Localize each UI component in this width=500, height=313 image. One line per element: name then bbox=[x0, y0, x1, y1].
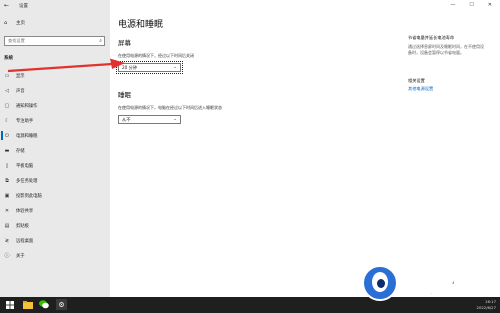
sidebar-item-sound[interactable]: ◁ 声音 bbox=[0, 83, 110, 98]
home-icon: ⌂ bbox=[4, 19, 8, 26]
sleep-heading: 睡眠 bbox=[118, 91, 131, 99]
sidebar-item-storage[interactable]: ▬ 存储 bbox=[0, 143, 110, 158]
sidebar: ← 设置 ⌂ 主页 查找设置 ⌕ 系统 ▭ 显示 ◁ 声音 ▢ 通知和操作 ☾ … bbox=[0, 0, 110, 297]
main-content: — ☐ ✕ 电源和睡眠 屏幕 在使用电源的情况下，经过以下时间后关闭 20 分钟… bbox=[110, 0, 500, 297]
sidebar-item-label: 关于 bbox=[16, 253, 25, 259]
taskbar-app-wechat[interactable] bbox=[38, 299, 49, 310]
sidebar-item-remote-desktop[interactable]: ≷ 远程桌面 bbox=[0, 233, 110, 248]
sidebar-item-multitasking[interactable]: ⧉ 多任务处理 bbox=[0, 173, 110, 188]
notifications-icon: ▢ bbox=[4, 102, 10, 109]
sound-icon: ◁ bbox=[5, 87, 9, 94]
related-settings-heading: 相关设置 bbox=[408, 78, 425, 83]
shared-experiences-icon: ✕ bbox=[4, 207, 10, 214]
system-tray-clock[interactable]: 16:17 2022/6/27 bbox=[477, 299, 496, 310]
search-input[interactable]: 查找设置 ⌕ bbox=[4, 36, 105, 46]
annotation-arrow bbox=[8, 58, 125, 73]
sidebar-item-label: 显示 bbox=[16, 73, 25, 79]
arrow-head bbox=[110, 58, 125, 69]
sidebar-item-about[interactable]: ⓘ 关于 bbox=[0, 248, 110, 263]
battery-tip-text: 通过选择息屏时间及睡眠时间，在不使用设备时，设备会暂停以节省电量。 bbox=[408, 44, 484, 55]
focus-assist-icon: ☾ bbox=[4, 117, 10, 124]
chevron-down-icon: ⌄ bbox=[173, 117, 177, 122]
sidebar-item-label: 远程桌面 bbox=[16, 238, 34, 244]
sidebar-item-clipboard[interactable]: ▤ 剪贴板 bbox=[0, 218, 110, 233]
title-bar: ← 设置 bbox=[0, 0, 110, 11]
sidebar-item-focus-assist[interactable]: ☾ 专注助手 bbox=[0, 113, 110, 128]
sidebar-item-label: 声音 bbox=[16, 88, 25, 94]
taskbar-app-folder[interactable] bbox=[22, 299, 33, 310]
sidebar-item-shared-experiences[interactable]: ✕ 体验共享 bbox=[0, 203, 110, 218]
sidebar-item-label: 专注助手 bbox=[16, 118, 34, 124]
app-title: 设置 bbox=[19, 3, 29, 9]
sidebar-item-power-sleep[interactable]: ⏻ 电源和睡眠 bbox=[0, 128, 110, 143]
storage-icon: ▬ bbox=[4, 147, 10, 154]
home-label: 主页 bbox=[16, 21, 25, 26]
multitasking-icon: ⧉ bbox=[5, 177, 9, 184]
battery-tip-title: 节省电量并延长电池寿命 bbox=[408, 35, 455, 40]
sidebar-item-label: 剪贴板 bbox=[16, 223, 29, 229]
sidebar-item-label: 通知和操作 bbox=[16, 103, 38, 109]
display-icon: ▭ bbox=[4, 72, 10, 79]
about-icon: ⓘ bbox=[4, 253, 10, 259]
screen-heading: 屏幕 bbox=[118, 39, 131, 47]
sidebar-item-label: 多任务处理 bbox=[16, 178, 38, 184]
taskbar-app-settings[interactable]: ⚙ bbox=[56, 299, 67, 310]
sidebar-item-label: 存储 bbox=[16, 148, 25, 154]
clock-date: 2022/6/27 bbox=[476, 304, 496, 310]
back-arrow-icon[interactable]: ← bbox=[4, 2, 9, 9]
start-button[interactable] bbox=[4, 299, 15, 310]
maximize-button[interactable]: ☐ bbox=[469, 2, 473, 8]
sidebar-item-projecting[interactable]: ▣ 投影到此电脑 bbox=[0, 188, 110, 203]
watermark-pupil bbox=[377, 279, 385, 288]
folder-icon bbox=[22, 300, 33, 309]
power-icon: ⏻ bbox=[5, 132, 9, 139]
chevron-down-icon: ⌄ bbox=[173, 65, 177, 70]
sleep-timeout-value: 从不 bbox=[122, 117, 131, 122]
tablet-icon: ▯ bbox=[5, 162, 9, 169]
clipboard-icon: ▤ bbox=[4, 222, 10, 229]
wechat-icon bbox=[38, 300, 49, 309]
sidebar-item-notifications[interactable]: ▢ 通知和操作 bbox=[0, 98, 110, 113]
close-button[interactable]: ✕ bbox=[488, 2, 492, 8]
sidebar-nav: ▭ 显示 ◁ 声音 ▢ 通知和操作 ☾ 专注助手 ⏻ 电源和睡眠 ▬ 存储 ▯ … bbox=[0, 68, 110, 263]
settings-window: ← 设置 ⌂ 主页 查找设置 ⌕ 系统 ▭ 显示 ◁ 声音 ▢ 通知和操作 ☾ … bbox=[0, 0, 500, 313]
additional-power-settings-link[interactable]: 其他电源设置 bbox=[408, 86, 433, 92]
screen-description: 在使用电源的情况下，经过以下时间后关闭 bbox=[118, 53, 194, 58]
sidebar-item-label: 电源和睡眠 bbox=[16, 133, 38, 139]
search-placeholder: 查找设置 bbox=[8, 38, 25, 43]
arrow-shaft bbox=[8, 62, 113, 73]
windows-logo-icon bbox=[5, 300, 14, 309]
sidebar-item-label: 平板电脑 bbox=[16, 163, 34, 169]
sidebar-item-label: 体验共享 bbox=[16, 208, 34, 214]
sidebar-item-tablet[interactable]: ▯ 平板电脑 bbox=[0, 158, 110, 173]
minimize-button[interactable]: — bbox=[450, 2, 455, 8]
sidebar-item-label: 投影到此电脑 bbox=[16, 193, 42, 199]
remote-desktop-icon: ≷ bbox=[4, 237, 10, 244]
screen-timeout-dropdown[interactable]: 20 分钟 ⌄ bbox=[116, 61, 183, 74]
gear-icon: ⚙ bbox=[58, 300, 65, 309]
sleep-timeout-dropdown[interactable]: 从不 ⌄ bbox=[118, 115, 181, 124]
search-icon: ⌕ bbox=[99, 38, 102, 44]
sleep-description: 在使用电源的情况下，电脑在经过以下时间后进入睡眠状态 bbox=[118, 105, 222, 110]
sidebar-home[interactable]: ⌂ 主页 bbox=[4, 20, 25, 26]
page-title: 电源和睡眠 bbox=[118, 20, 164, 30]
watermark-text: 好装机 bbox=[401, 274, 472, 300]
projecting-icon: ▣ bbox=[4, 192, 10, 199]
window-controls: — ☐ ✕ bbox=[450, 2, 492, 8]
